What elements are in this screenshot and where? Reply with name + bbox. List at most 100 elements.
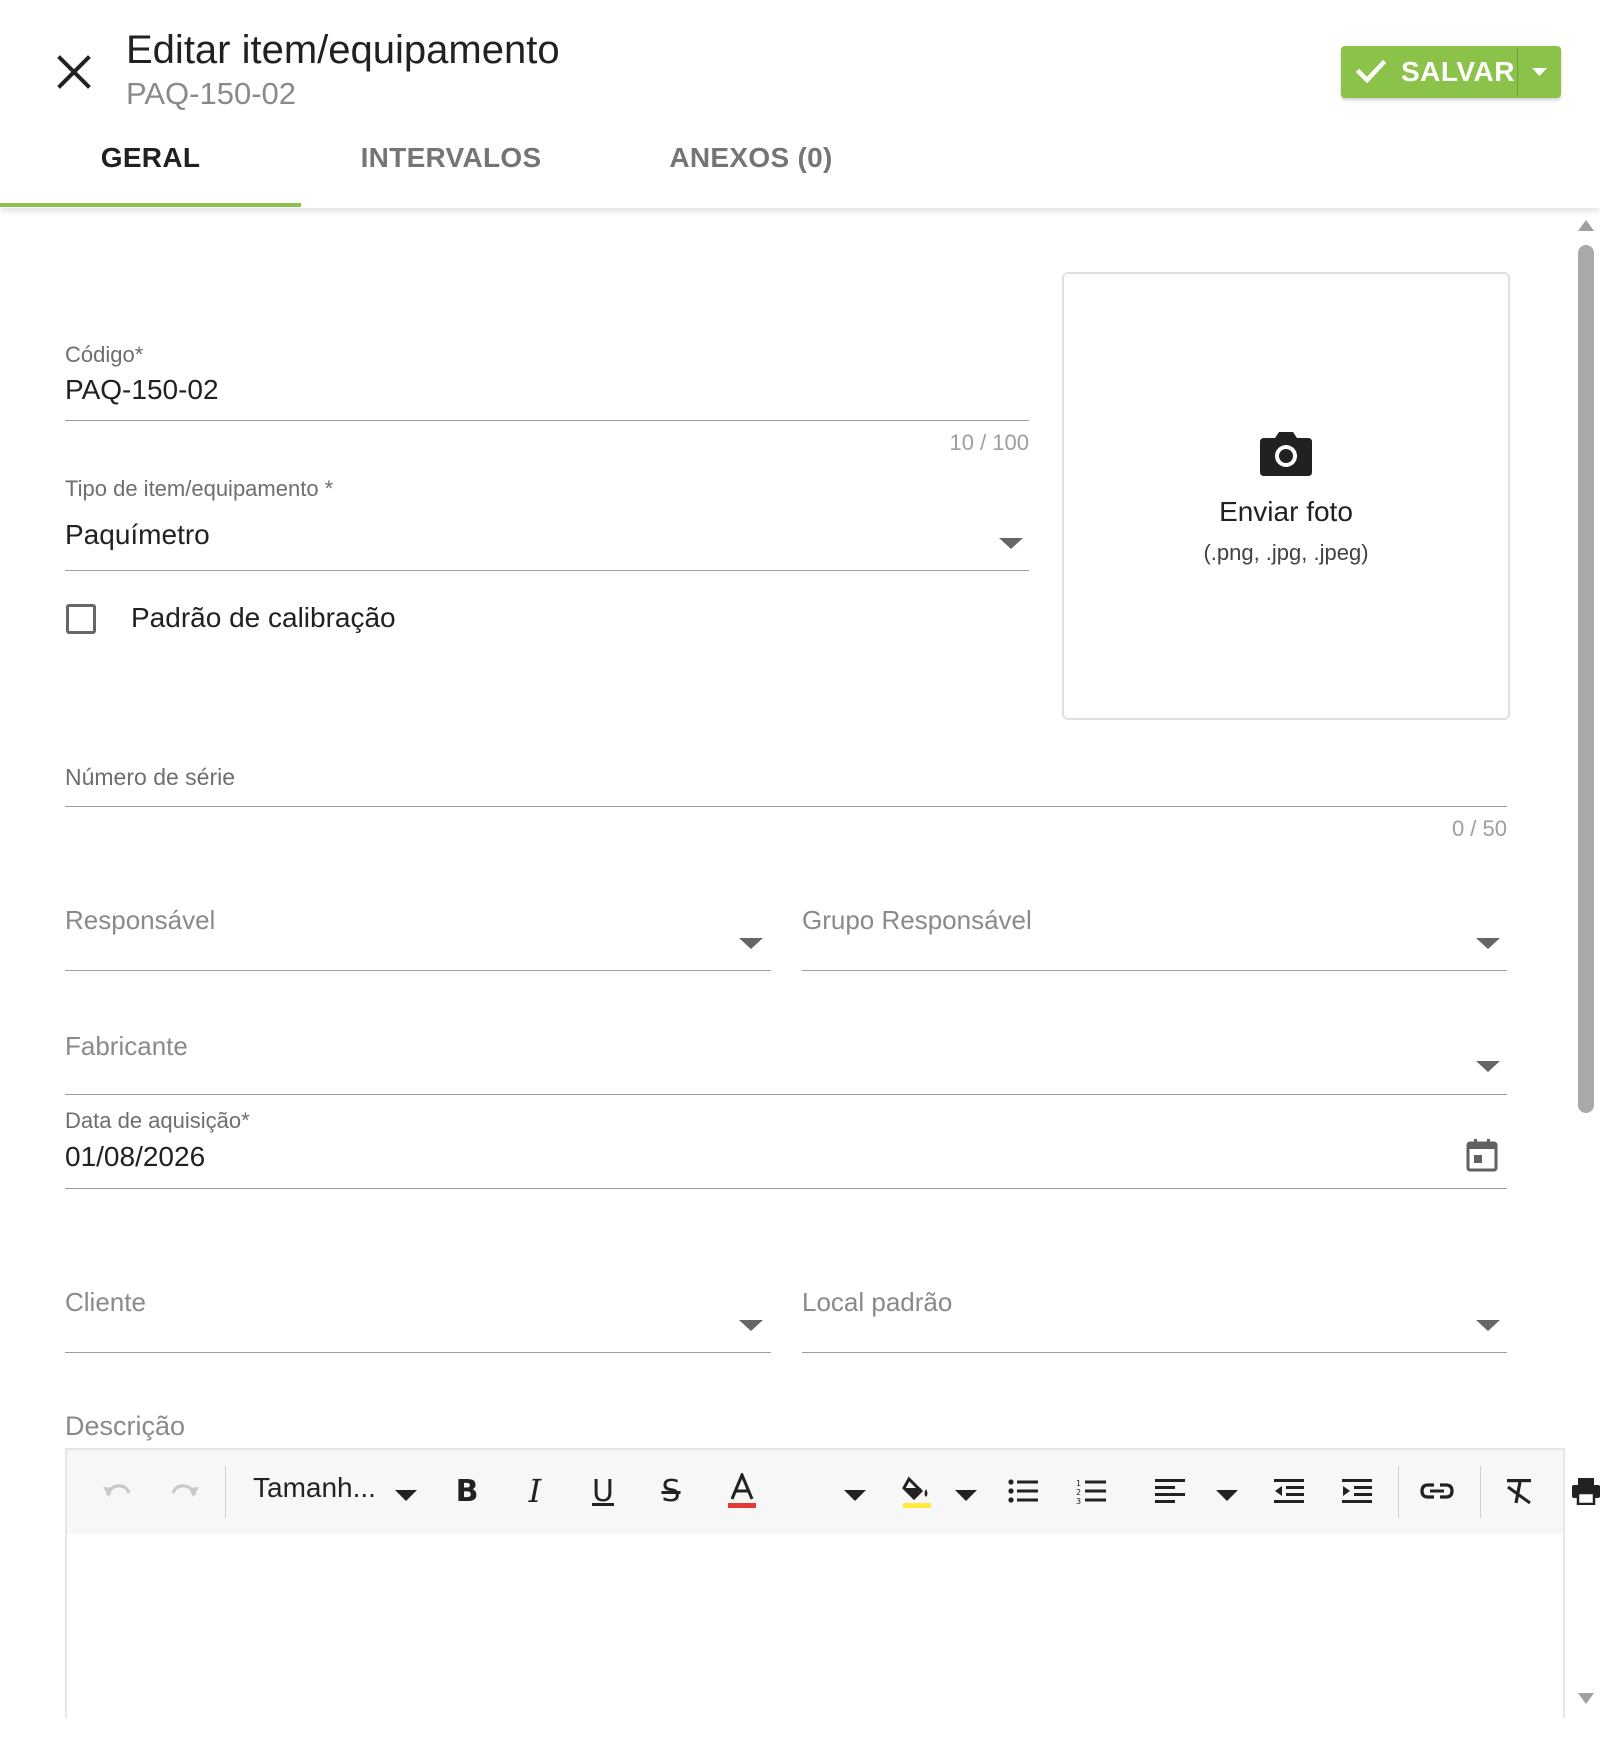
close-button[interactable]: [52, 50, 96, 94]
bullet-list-icon: [1008, 1479, 1038, 1503]
bullet-list-button[interactable]: [1003, 1471, 1043, 1511]
check-icon: [1356, 59, 1386, 84]
codigo-label: Código*: [65, 342, 144, 367]
photo-upload-label: Enviar foto: [1219, 496, 1353, 527]
photo-upload-hint: (.png, .jpg, .jpeg): [1203, 540, 1369, 565]
chevron-down-icon[interactable]: [1476, 938, 1500, 949]
bold-button[interactable]: B: [447, 1471, 487, 1511]
link-icon: [1420, 1483, 1454, 1499]
fabricante-label: Fabricante: [65, 1031, 188, 1061]
undo-button[interactable]: [97, 1471, 137, 1511]
codigo-underline: [65, 420, 1029, 421]
description-content-area[interactable]: [67, 1534, 1563, 1720]
italic-button[interactable]: I: [515, 1471, 555, 1511]
data-aquisicao-underline: [65, 1188, 1507, 1189]
scroll-up-button[interactable]: [1577, 218, 1595, 232]
numero-serie-underline: [65, 806, 1507, 807]
link-button[interactable]: [1417, 1471, 1457, 1511]
close-icon: [57, 55, 91, 89]
toolbar-separator: [225, 1466, 226, 1518]
grupo-responsavel-label: Grupo Responsável: [802, 905, 1032, 935]
tab-geral-label: GERAL: [100, 142, 201, 173]
cliente-label: Cliente: [65, 1287, 146, 1317]
dialog-subtitle: PAQ-150-02: [126, 76, 297, 111]
numbered-list-icon: 1 2 3: [1076, 1479, 1106, 1504]
photo-upload[interactable]: Enviar foto (.png, .jpg, .jpeg): [1062, 272, 1510, 720]
scroll-down-button[interactable]: [1577, 1692, 1595, 1706]
tab-anexos[interactable]: ANEXOS (0): [601, 132, 901, 208]
tab-anexos-label: ANEXOS (0): [669, 142, 833, 173]
underline-icon: U: [592, 1473, 614, 1509]
fabricante-select[interactable]: Fabricante: [65, 1031, 1507, 1095]
clear-format-button[interactable]: [1499, 1471, 1539, 1511]
save-button-group: SALVAR: [1341, 46, 1561, 98]
svg-text:2: 2: [1076, 1488, 1081, 1497]
underline-button[interactable]: U: [583, 1471, 623, 1511]
codigo-counter: 10 / 100: [949, 430, 1029, 455]
padrao-calibracao-label: Padrão de calibração: [131, 602, 396, 633]
italic-icon: I: [528, 1472, 542, 1510]
indent-button[interactable]: [1337, 1471, 1377, 1511]
highlight-color-icon: [902, 1476, 931, 1508]
description-editor: Tamanh... B I U S 1 2 3: [65, 1448, 1600, 1720]
tab-intervalos[interactable]: INTERVALOS: [301, 132, 601, 208]
dialog-header: Editar item/equipamento PAQ-150-02 SALVA…: [0, 0, 1600, 208]
data-aquisicao-input[interactable]: 01/08/2026: [65, 1141, 1465, 1187]
camera-icon: [1260, 432, 1312, 476]
tipo-underline: [65, 570, 1029, 571]
editor-toolbar: Tamanh... B I U S 1 2 3: [67, 1450, 1600, 1534]
save-button[interactable]: SALVAR: [1341, 46, 1517, 98]
print-icon: [1572, 1478, 1600, 1505]
codigo-value: PAQ-150-02: [65, 374, 219, 405]
descricao-label: Descrição: [65, 1411, 186, 1441]
fabricante-underline: [65, 1094, 1507, 1095]
indent-icon: [1342, 1479, 1372, 1503]
highlight-color-button[interactable]: [897, 1471, 937, 1511]
grupo-responsavel-select[interactable]: Grupo Responsável: [802, 905, 1507, 971]
align-button[interactable]: [1150, 1471, 1190, 1511]
print-button[interactable]: [1566, 1471, 1600, 1511]
chevron-down-icon[interactable]: [1476, 1320, 1500, 1331]
chevron-down-icon[interactable]: [739, 1320, 763, 1331]
responsavel-underline: [65, 970, 771, 971]
outdent-button[interactable]: [1269, 1471, 1309, 1511]
strikethrough-button[interactable]: S: [651, 1471, 691, 1511]
numbered-list-button[interactable]: 1 2 3: [1071, 1471, 1111, 1511]
chevron-down-icon[interactable]: [999, 538, 1023, 549]
date-picker-button[interactable]: [1466, 1138, 1498, 1172]
tab-intervalos-label: INTERVALOS: [360, 142, 542, 173]
chevron-down-icon[interactable]: [395, 1490, 417, 1501]
grupo-responsavel-underline: [802, 970, 1507, 971]
cliente-underline: [65, 1352, 771, 1353]
local-padrao-label: Local padrão: [802, 1287, 953, 1317]
chevron-down-icon[interactable]: [955, 1490, 977, 1501]
chevron-down-icon[interactable]: [844, 1490, 866, 1501]
outdent-icon: [1274, 1479, 1304, 1503]
dialog-title: Editar item/equipamento: [126, 28, 560, 72]
chevron-down-icon[interactable]: [739, 938, 763, 949]
scroll-up-arrow-icon: [1578, 220, 1594, 231]
chevron-down-icon[interactable]: [1476, 1061, 1500, 1072]
local-padrao-select[interactable]: Local padrão: [802, 1287, 1507, 1353]
tab-geral[interactable]: GERAL: [0, 132, 301, 208]
numero-serie-input[interactable]: [65, 756, 1507, 806]
redo-button[interactable]: [165, 1471, 205, 1511]
codigo-input[interactable]: PAQ-150-02: [65, 374, 1027, 420]
save-options-button[interactable]: [1518, 46, 1561, 98]
align-icon: [1155, 1479, 1185, 1503]
scrollbar-thumb[interactable]: [1578, 245, 1594, 1113]
font-size-label: Tamanh...: [253, 1472, 376, 1503]
numero-serie-counter: 0 / 50: [1451, 816, 1507, 841]
font-color-icon: [728, 1473, 756, 1508]
redo-icon: [171, 1484, 199, 1497]
active-tab-indicator: [0, 203, 301, 207]
responsavel-select[interactable]: Responsável: [65, 905, 771, 971]
padrao-calibracao-checkbox[interactable]: [66, 604, 96, 634]
calendar-icon: [1466, 1139, 1498, 1172]
font-size-select[interactable]: Tamanh...: [253, 1472, 376, 1504]
tipo-select[interactable]: Paquímetro: [65, 519, 1029, 569]
font-color-button[interactable]: [722, 1471, 762, 1511]
chevron-down-icon[interactable]: [1216, 1490, 1238, 1501]
cliente-select[interactable]: Cliente: [65, 1287, 771, 1353]
tipo-value: Paquímetro: [65, 519, 210, 550]
